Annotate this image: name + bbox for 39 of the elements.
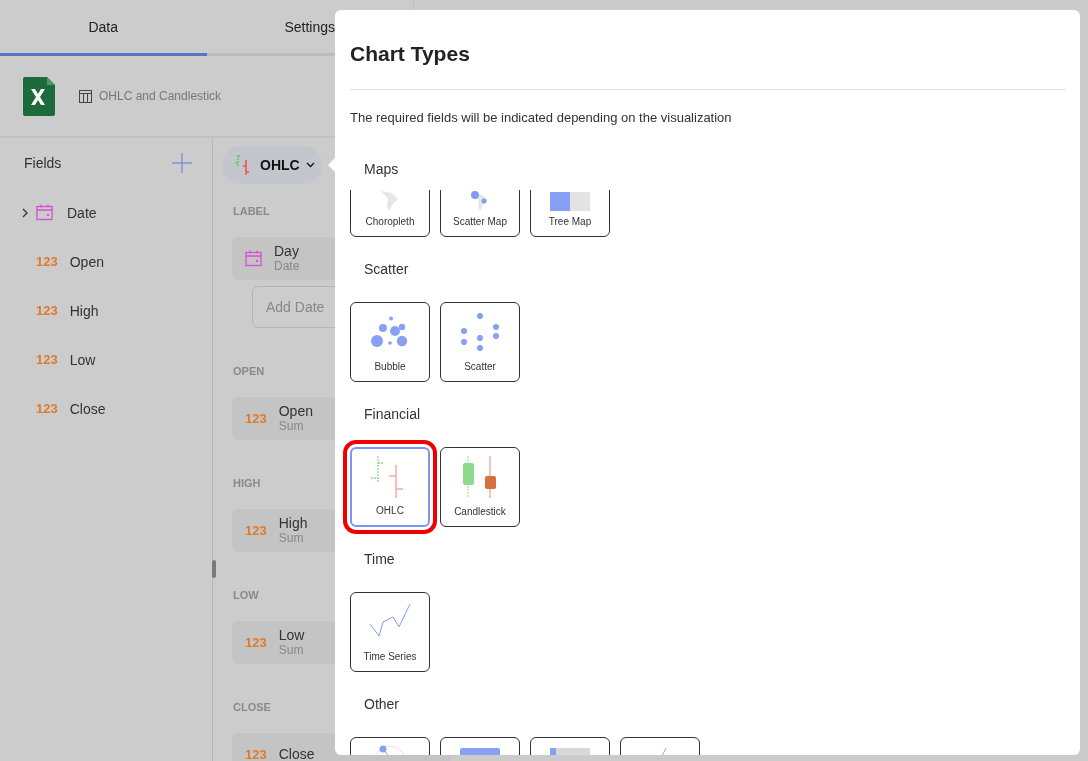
number-type-label: 123 bbox=[36, 303, 58, 318]
card-label: Choropleth bbox=[365, 216, 415, 227]
card-label: Candlestick bbox=[454, 506, 506, 517]
pill-aggregation: Date bbox=[274, 258, 300, 274]
card-label: Scatter Map bbox=[453, 216, 507, 227]
number-type-label: 123 bbox=[245, 635, 267, 650]
number-type-label: 123 bbox=[245, 523, 267, 538]
card-label: OHLC bbox=[376, 505, 404, 516]
pill-name: Close bbox=[278, 747, 315, 761]
dialog-title: Chart Types bbox=[350, 41, 1065, 90]
pill-name: Open bbox=[278, 403, 313, 419]
section-title: Financial bbox=[364, 405, 422, 424]
pill-aggregation: Sum bbox=[278, 418, 304, 434]
number-type-label: 123 bbox=[36, 352, 58, 367]
number-type-label: 123 bbox=[245, 747, 267, 761]
section-title: Time bbox=[364, 550, 396, 569]
pill-name: High bbox=[278, 515, 308, 531]
card-label: Scatter bbox=[464, 361, 496, 372]
card-label: Time Series bbox=[363, 651, 417, 662]
section-title: Other bbox=[364, 695, 400, 714]
card-label: Tree Map bbox=[548, 216, 592, 227]
slot-heading: LABEL bbox=[233, 205, 270, 217]
slot-heading: HIGH bbox=[233, 477, 261, 489]
number-type-label: 123 bbox=[36, 254, 58, 269]
card-label: Bubble bbox=[374, 361, 406, 372]
number-type-label: 123 bbox=[36, 401, 58, 416]
section-title: Scatter bbox=[364, 260, 410, 279]
pill-aggregation: Sum bbox=[278, 642, 305, 658]
sheet-name: OHLC and Candlestick bbox=[99, 89, 222, 103]
section-title: Maps bbox=[364, 160, 400, 179]
slot-heading: CLOSE bbox=[233, 701, 271, 713]
pill-name: Day bbox=[274, 243, 300, 259]
number-type-label: 123 bbox=[245, 411, 267, 426]
slot-heading: LOW bbox=[233, 589, 259, 601]
pill-aggregation: Sum bbox=[278, 530, 304, 546]
pill-name: Low bbox=[278, 627, 305, 643]
dialog-subtitle: The required fields will be indicated depending on the visualization bbox=[350, 110, 733, 126]
fields-title: Fields bbox=[24, 155, 62, 171]
slot-heading: OPEN bbox=[233, 365, 265, 377]
